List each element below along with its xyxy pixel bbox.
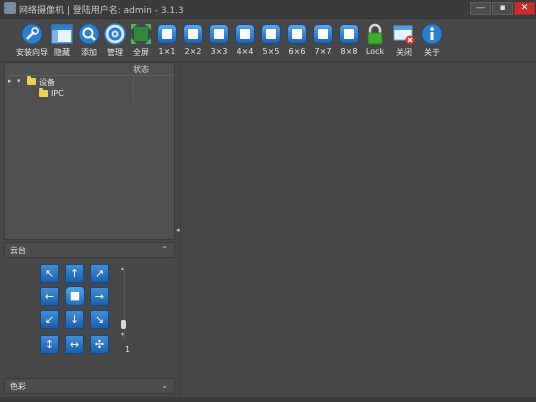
ptz-speed-slider-track[interactable] [124,270,125,340]
layout-4x4-button[interactable]: 4×4 [233,21,257,59]
app-window: 网络摄像机 | 登陆用户名: admin - 3.1.3 — ▪ ✕ 安装向导 … [0,0,536,402]
color-section-header[interactable]: 色彩 ⌄ [4,378,175,394]
status-bar [0,397,536,402]
ptz-up-right-button[interactable]: ↗ [90,264,109,283]
video-view-area[interactable] [180,62,534,397]
ptz-left-button[interactable]: ← [40,287,59,306]
toolbar-label: 管理 [107,48,123,57]
ptz-speed-slider-thumb[interactable] [121,320,126,329]
grid-6x6-icon [287,24,307,44]
wizard-icon [21,23,43,45]
ptz-section-title: 云台 [10,246,26,255]
ptz-section-header[interactable]: 云台 ⌃ [4,242,175,258]
manage-button[interactable]: 管理 [103,21,127,59]
toolbar: 安装向导 隐藏 添加 管理 全屏 1×1 2×2 3×3 4×4 5×5 6×6… [0,19,536,62]
toolbar-label: 3×3 [210,47,228,56]
tree-node-ipc[interactable]: IPC [5,88,174,100]
ptz-speed-value: 1 [125,345,131,354]
fullscreen-icon [131,24,151,44]
toolbar-label: Lock [365,47,385,56]
folder-icon [39,88,48,97]
close-button[interactable]: ✕ [514,2,535,15]
status-column-header: 状态 [133,65,149,74]
ptz-vertical-scan-button[interactable]: ↕ [40,335,59,354]
window-title: 网络摄像机 | 登陆用户名: admin - 3.1.3 [19,6,184,16]
grid-8x8-icon [339,24,359,44]
toolbar-label: 7×7 [314,47,332,56]
ptz-down-button[interactable]: ↓ [65,310,84,329]
layout-7x7-button[interactable]: 7×7 [311,21,335,59]
ptz-down-left-button[interactable]: ↙ [40,310,59,329]
layout-8x8-button[interactable]: 8×8 [337,21,361,59]
grid-7x7-icon [313,24,333,44]
title-bar[interactable]: 网络摄像机 | 登陆用户名: admin - 3.1.3 — ▪ ✕ [0,0,536,19]
fullscreen-button[interactable]: 全屏 [129,21,153,59]
grid-3x3-icon [209,24,229,44]
info-icon [421,23,443,45]
tree-node-label: IPC [51,89,64,98]
maximize-button[interactable]: ▪ [492,2,513,15]
ptz-panel: ↖ ↑ ↗ ← ■ → ↙ ↓ ↘ ↕ ↔ ✣ ▴ ▾ 1 [4,258,175,376]
app-icon [4,2,16,14]
tree-node-label: 设备 [39,78,55,87]
toolbar-label: 2×2 [184,47,202,56]
close-view-button[interactable]: 关闭 [391,21,417,59]
toolbar-label: 5×5 [262,47,280,56]
tree-header: 状态 [5,63,174,76]
window-icon [51,24,73,44]
lock-button[interactable]: Lock [363,21,387,59]
toolbar-label: 关闭 [396,48,412,57]
hide-button[interactable]: 隐藏 [50,21,74,59]
toolbar-label: 关于 [424,48,440,57]
row-selector-icon: ▸ [8,77,12,85]
folder-icon [27,76,36,85]
toolbar-label: 全屏 [133,48,149,57]
layout-5x5-button[interactable]: 5×5 [259,21,283,59]
toolbar-label: 添加 [81,48,97,57]
layout-2x2-button[interactable]: 2×2 [181,21,205,59]
slider-bottom-tick-icon: ▾ [121,331,125,338]
ptz-horizontal-scan-button[interactable]: ↔ [65,335,84,354]
add-button[interactable]: 添加 [77,21,101,59]
ptz-right-button[interactable]: → [90,287,109,306]
expand-icon[interactable]: ⌄ [161,381,168,390]
about-button[interactable]: 关于 [420,21,444,59]
toolbar-label: 1×1 [158,47,176,56]
grid-4x4-icon [235,24,255,44]
expand-icon[interactable]: ▾ [17,77,21,85]
toolbar-label: 安装向导 [16,48,48,57]
toolbar-label: 隐藏 [54,48,70,57]
toolbar-label: 6×6 [288,47,306,56]
grid-2x2-icon [183,24,203,44]
gear-icon [104,23,126,45]
ptz-down-right-button[interactable]: ↘ [90,310,109,329]
grid-5x5-icon [261,24,281,44]
wizard-button[interactable]: 安装向导 [12,21,52,59]
collapse-icon[interactable]: ⌃ [161,245,168,254]
toolbar-label: 4×4 [236,47,254,56]
search-add-icon [78,23,100,45]
close-window-icon [393,25,415,45]
lock-icon [367,23,383,45]
ptz-auto-scan-button[interactable]: ✣ [90,335,109,354]
grid-1x1-icon [157,24,177,44]
minimize-button[interactable]: — [470,2,491,15]
ptz-stop-button[interactable]: ■ [65,286,85,306]
color-section-title: 色彩 [10,382,26,391]
layout-1x1-button[interactable]: 1×1 [155,21,179,59]
layout-6x6-button[interactable]: 6×6 [285,21,309,59]
tree-node-devices[interactable]: ▸ ▾ 设备 [5,76,174,88]
device-tree[interactable]: 状态 ▸ ▾ 设备 IPC [4,62,175,240]
ptz-up-button[interactable]: ↑ [65,264,84,283]
toolbar-label: 8×8 [340,47,358,56]
layout-3x3-button[interactable]: 3×3 [207,21,231,59]
ptz-up-left-button[interactable]: ↖ [40,264,59,283]
